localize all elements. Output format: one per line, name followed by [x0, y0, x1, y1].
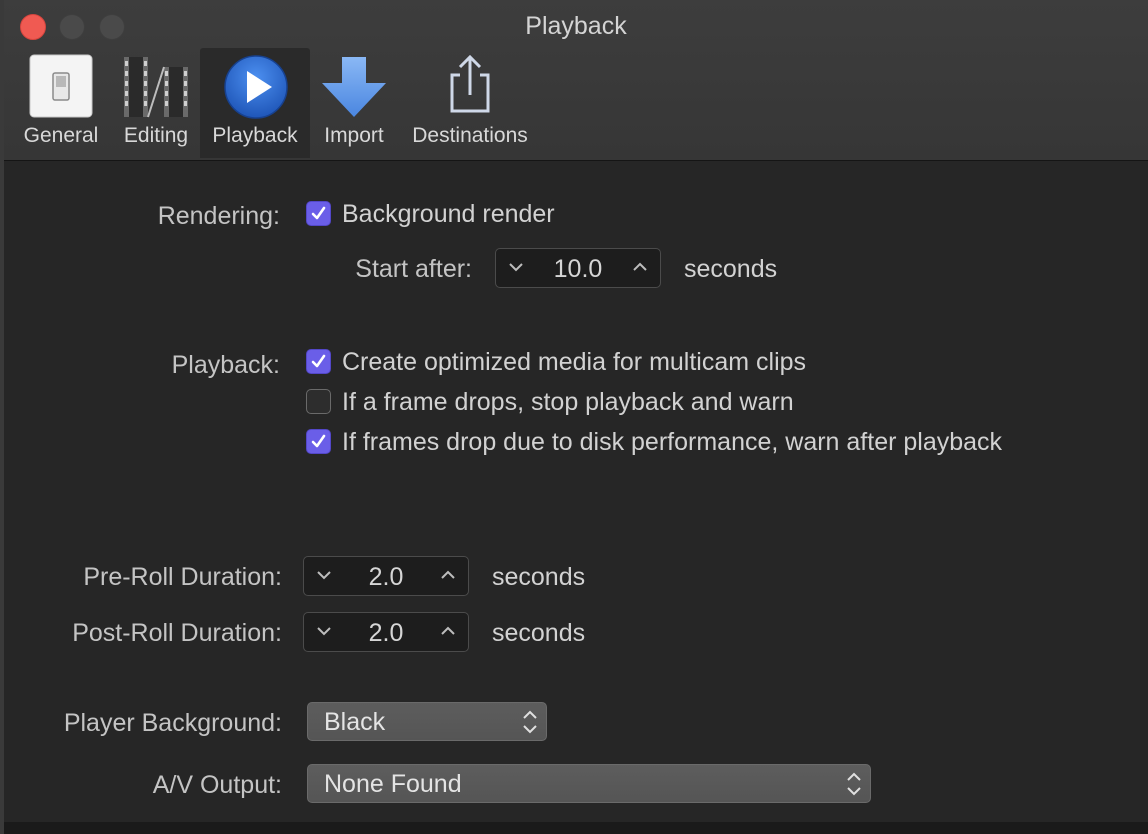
increment-button[interactable]	[430, 557, 466, 595]
tab-general[interactable]: General	[18, 48, 104, 158]
optimized-media-checkbox[interactable]	[306, 349, 331, 374]
start-after-unit: seconds	[684, 255, 778, 283]
up-down-arrows-icon	[845, 770, 863, 798]
window-title: Playback	[525, 12, 627, 40]
pre-roll-value[interactable]: 2.0	[340, 563, 432, 592]
chevron-down-icon	[317, 627, 331, 636]
play-icon	[200, 53, 310, 123]
tab-general-label: General	[23, 124, 99, 147]
decrement-button[interactable]	[306, 557, 342, 595]
titlebar-toolbar: Playback General Editing Playback Import…	[4, 0, 1148, 161]
av-output-value: None Found	[324, 770, 462, 798]
start-after-stepper[interactable]: 10.0	[495, 248, 661, 288]
chevron-up-icon	[441, 570, 455, 579]
pre-roll-label: Pre-Roll Duration:	[83, 563, 282, 591]
background-render-checkbox[interactable]	[306, 201, 331, 226]
chevron-up-icon	[633, 262, 647, 271]
post-roll-value[interactable]: 2.0	[340, 619, 432, 648]
tab-destinations[interactable]: Destinations	[402, 48, 538, 158]
start-after-value[interactable]: 10.0	[532, 255, 624, 284]
disk-performance-warn-label[interactable]: If frames drop due to disk performance, …	[342, 428, 1002, 457]
start-after-label: Start after:	[355, 255, 472, 283]
switch-icon	[18, 53, 104, 123]
tab-destinations-label: Destinations	[412, 124, 528, 147]
player-background-value: Black	[324, 708, 386, 736]
optimized-media-label[interactable]: Create optimized media for multicam clip…	[342, 348, 806, 377]
tab-editing[interactable]: Editing	[112, 48, 200, 158]
checkmark-icon	[311, 206, 326, 220]
share-icon	[402, 53, 538, 123]
background-render-label[interactable]: Background render	[342, 200, 555, 229]
decrement-button[interactable]	[306, 613, 342, 651]
av-output-popup[interactable]: None Found	[307, 764, 871, 803]
background-app-strip	[4, 822, 1148, 834]
download-arrow-icon	[312, 53, 396, 123]
frame-drop-stop-checkbox[interactable]	[306, 389, 331, 414]
checkmark-icon	[311, 354, 326, 368]
up-down-arrows-icon	[521, 708, 539, 736]
chevron-up-icon	[441, 626, 455, 635]
player-background-popup[interactable]: Black	[307, 702, 547, 741]
decrement-button[interactable]	[498, 249, 534, 287]
post-roll-label: Post-Roll Duration:	[72, 619, 282, 647]
player-background-label: Player Background:	[63, 709, 282, 737]
preferences-window: Playback General Editing Playback Import…	[4, 0, 1148, 834]
tab-playback-label: Playback	[212, 124, 298, 147]
post-roll-unit: seconds	[492, 619, 586, 647]
pre-roll-unit: seconds	[492, 563, 586, 591]
film-strip-icon	[112, 53, 200, 123]
post-roll-stepper[interactable]: 2.0	[303, 612, 469, 652]
tab-playback[interactable]: Playback	[200, 48, 310, 158]
playback-label: Playback:	[171, 351, 280, 379]
tab-import-label: Import	[324, 124, 384, 147]
frame-drop-stop-label[interactable]: If a frame drops, stop playback and warn	[342, 388, 794, 417]
tab-editing-label: Editing	[123, 124, 189, 147]
increment-button[interactable]	[622, 249, 658, 287]
chevron-down-icon	[317, 571, 331, 580]
chevron-down-icon	[509, 263, 523, 272]
rendering-label: Rendering:	[157, 202, 280, 230]
pre-roll-stepper[interactable]: 2.0	[303, 556, 469, 596]
av-output-label: A/V Output:	[152, 771, 282, 799]
checkmark-icon	[311, 434, 326, 448]
increment-button[interactable]	[430, 613, 466, 651]
tab-import[interactable]: Import	[312, 48, 396, 158]
disk-performance-warn-checkbox[interactable]	[306, 429, 331, 454]
